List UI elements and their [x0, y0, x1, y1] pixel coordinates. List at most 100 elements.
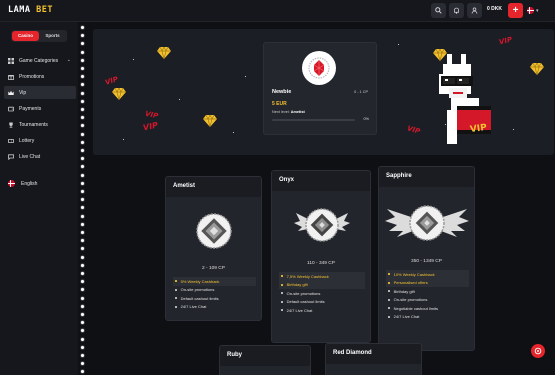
level-reward: 5 EUR: [272, 101, 287, 107]
tier-perk: 24/7 Live Chat: [279, 306, 365, 315]
tier-perk: 24/7 Live Chat: [173, 303, 256, 312]
onyx-badge: [294, 201, 350, 251]
next-level-label: Next level:: [272, 110, 290, 114]
denmark-flag-icon: [527, 7, 534, 14]
crown-icon: [8, 90, 14, 96]
tier-card-sapphire[interactable]: Sapphire 350 - 1349 CP 10% Weekly Cashba…: [378, 166, 475, 351]
wallet-icon: [8, 106, 14, 112]
ruby-gem-icon: [308, 57, 330, 79]
sidebar-item-lottery[interactable]: Lottery: [4, 134, 76, 147]
support-icon: [534, 347, 542, 355]
sidebar-item-live-chat[interactable]: Live Chat: [4, 150, 76, 163]
brand-logo[interactable]: LAMA BET: [8, 5, 53, 15]
tier-name: Red Diamond: [333, 350, 372, 356]
vip-decor-text: VIP: [498, 35, 513, 47]
level-name: Newbie: [272, 89, 292, 95]
sidebar-item-label: Game Categories: [19, 57, 59, 64]
tier-cp-range: 110 - 349 CP: [307, 261, 335, 266]
vip-decor-text: VIP: [142, 120, 159, 133]
current-level-card: Newbie 0 - 1 CP 5 EUR Next level: Ametis…: [263, 42, 377, 135]
tier-perk: Default cashout limits: [173, 294, 256, 303]
sidebar-item-label: Lottery: [19, 137, 35, 144]
tier-perk: Birthday gift: [279, 280, 365, 289]
sidebar-item-promotions[interactable]: Promotions: [4, 70, 76, 83]
denmark-flag-icon: [8, 180, 15, 187]
tier-card-ametist[interactable]: Ametist 2 - 109 CP 5% Weekly Cashback On…: [165, 176, 262, 321]
ticket-icon: [8, 138, 14, 144]
sidebar-item-label: Payments: [19, 105, 42, 112]
deposit-button[interactable]: +: [508, 3, 523, 18]
tab-sports[interactable]: Sports: [39, 31, 66, 41]
tier-perk: On-site promotions: [173, 286, 256, 295]
tier-perk: On-site promotions: [386, 296, 469, 305]
live-chat-button[interactable]: [531, 344, 545, 358]
top-bar: LAMA BET 0 DKK + ▾: [0, 0, 555, 22]
tier-card-onyx[interactable]: Onyx 110 - 349 CP 7,5% Weekly Cashback B…: [271, 170, 371, 343]
sidebar-item-label: Vip: [19, 89, 27, 96]
tier-perk: 5% Weekly Cashback: [173, 277, 256, 286]
sidebar-item-payments[interactable]: Payments: [4, 102, 76, 115]
sapphire-winged-gem-icon: [385, 205, 469, 241]
level-progress-bar: [272, 119, 355, 121]
logo-text-bet: BET: [36, 5, 53, 15]
next-level-text: Next level: Ametist: [272, 110, 305, 114]
tier-cp-range: 2 - 109 CP: [202, 266, 225, 271]
ametist-badge: [194, 211, 234, 251]
tier-cp-range: 350 - 1349 CP: [411, 259, 442, 264]
level-cp-range: 0 - 1 CP: [354, 90, 368, 94]
sidebar-item-vip[interactable]: Vip: [4, 86, 76, 99]
search-icon: [435, 7, 442, 14]
sidebar: Casino Sports Game Categories ⌄ Promotio…: [0, 22, 78, 375]
user-icon: [471, 7, 478, 14]
balance-display[interactable]: 0 DKK: [487, 6, 502, 12]
tier-card-red-diamond[interactable]: Red Diamond: [325, 343, 422, 375]
newbie-badge: [302, 51, 336, 85]
sidebar-item-game-categories[interactable]: Game Categories ⌄: [4, 54, 76, 67]
notifications-button[interactable]: [449, 3, 464, 18]
language-switch[interactable]: English: [4, 177, 76, 190]
tier-perk: On-site promotions: [279, 289, 365, 298]
onyx-winged-gem-icon: [294, 208, 350, 242]
language-label: English: [21, 180, 38, 187]
vip-decor-text: VIP: [104, 75, 120, 87]
gift-icon: [8, 74, 14, 80]
tier-perk: Personalised offers: [386, 278, 469, 287]
next-level-name: Ametist: [290, 110, 305, 114]
tier-name: Ruby: [227, 352, 242, 358]
sapphire-badge: [385, 199, 469, 251]
vip-decor-text: VIP: [144, 109, 159, 121]
llama-mascot-image: [439, 54, 491, 144]
tier-name: Sapphire: [386, 173, 412, 179]
grid-icon: [8, 57, 14, 64]
bell-icon: [454, 7, 459, 14]
tier-perk: 24/7 Live Chat: [386, 313, 469, 322]
vip-decor-text: VIP: [406, 124, 422, 136]
sidebar-item-label: Promotions: [19, 73, 45, 80]
tier-perk-list: 5% Weekly Cashback On-site promotions De…: [173, 277, 256, 311]
trophy-icon: [8, 122, 14, 128]
tier-card-ruby[interactable]: Ruby: [219, 345, 311, 375]
tier-perk-list: 10% Weekly Cashback Personalised offers …: [386, 270, 469, 321]
sidebar-item-tournaments[interactable]: Tournaments: [4, 118, 76, 131]
tier-perk: Default cashout limits: [279, 298, 365, 307]
ametist-gem-icon: [196, 213, 232, 249]
sidebar-item-label: Tournaments: [19, 121, 48, 128]
tab-casino[interactable]: Casino: [12, 31, 39, 41]
tier-name: Onyx: [279, 177, 295, 183]
chevron-down-icon: ⌄: [66, 57, 71, 63]
logo-text-lama: LAMA: [8, 5, 31, 15]
tier-name: Ametist: [173, 183, 196, 189]
diamond-icon: [157, 47, 171, 59]
account-button[interactable]: [467, 3, 482, 18]
main-content: VIP VIP VIP VIP VIP Newbie 0 - 1 CP 5 EU…: [84, 22, 555, 375]
search-button[interactable]: [431, 3, 446, 18]
sidebar-item-label: Live Chat: [19, 153, 41, 160]
tier-perk: Negotiable cashout limits: [386, 304, 469, 313]
diamond-icon: [203, 115, 217, 127]
diamond-icon: [112, 88, 126, 100]
tier-perk-list: 7,5% Weekly Cashback Birthday gift On-si…: [279, 272, 365, 315]
tier-perk: 10% Weekly Cashback: [386, 270, 469, 279]
language-selector[interactable]: ▾: [527, 3, 549, 18]
level-progress-percent: 0%: [363, 117, 370, 121]
tier-perk: 7,5% Weekly Cashback: [279, 272, 365, 281]
